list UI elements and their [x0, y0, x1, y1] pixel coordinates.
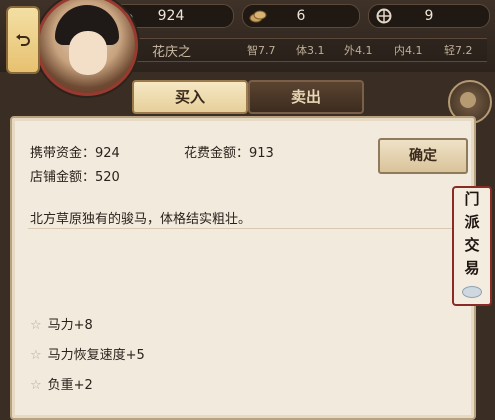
stat-wisdom: 智7.7: [247, 44, 276, 57]
coin-counter: 6: [242, 4, 360, 28]
star-outline-icon: ☆: [30, 318, 42, 333]
attribute-row: ☆ 马力+8: [30, 314, 93, 333]
spend-value: 913: [249, 146, 274, 161]
attribute-text: 负重+2: [47, 378, 93, 393]
item-counter: 9: [368, 4, 490, 28]
character-name: 花庆之: [152, 45, 192, 60]
confirm-button[interactable]: 确定: [378, 138, 468, 174]
silver-value: 924: [157, 8, 185, 24]
carry-funds: 携带资金：924: [30, 142, 120, 161]
stat-body: 体3.1: [296, 44, 325, 57]
star-outline-icon: ☆: [30, 378, 42, 393]
attribute-row: ☆ 负重+2: [30, 374, 93, 393]
return-arrow-icon: [16, 34, 30, 46]
item-value: 9: [424, 8, 434, 24]
tag-char: 交: [464, 236, 480, 254]
tag-char: 派: [464, 213, 480, 231]
tag-char: 易: [464, 259, 480, 277]
star-outline-icon: ☆: [30, 348, 42, 363]
attribute-row: ☆ 马力恢复速度+5: [30, 344, 145, 363]
sect-trade-tag[interactable]: 门 派 交 易: [452, 186, 492, 306]
item-description: 北方草原独有的骏马，体格结实粗壮。: [30, 212, 252, 227]
shop-label: 店铺金额：: [30, 170, 96, 185]
coin-value: 6: [296, 8, 306, 24]
attribute-text: 马力+8: [47, 318, 93, 333]
character-info-bar: 花庆之 智7.7 体3.1 外4.1 内4.1 轻7.2: [132, 38, 487, 62]
wheel-icon: [375, 8, 393, 24]
coin-stack-icon: [249, 8, 267, 24]
divider: [28, 228, 468, 229]
stat-lightness: 轻7.2: [444, 44, 473, 57]
spend-amount: 花费金额：913: [184, 142, 274, 161]
character-avatar[interactable]: [36, 0, 138, 96]
shop-amount: 店铺金额：520: [30, 166, 120, 185]
tab-sell[interactable]: 卖出: [248, 80, 364, 114]
avatar-face: [69, 31, 107, 75]
back-button[interactable]: [6, 6, 40, 74]
ingot-icon: [462, 286, 482, 298]
carry-value: 924: [95, 146, 120, 161]
shop-value: 520: [95, 170, 120, 185]
tab-buy[interactable]: 买入: [132, 80, 248, 114]
carry-label: 携带资金：: [30, 146, 96, 161]
stat-internal: 内4.1: [394, 44, 423, 57]
trade-panel: 携带资金：924 花费金额：913 店铺金额：520 确定 北方草原独有的骏马，…: [10, 116, 476, 420]
attribute-text: 马力恢复速度+5: [47, 348, 145, 363]
spend-label: 花费金额：: [184, 146, 250, 161]
tag-char: 门: [464, 190, 480, 208]
stat-external: 外4.1: [344, 44, 373, 57]
